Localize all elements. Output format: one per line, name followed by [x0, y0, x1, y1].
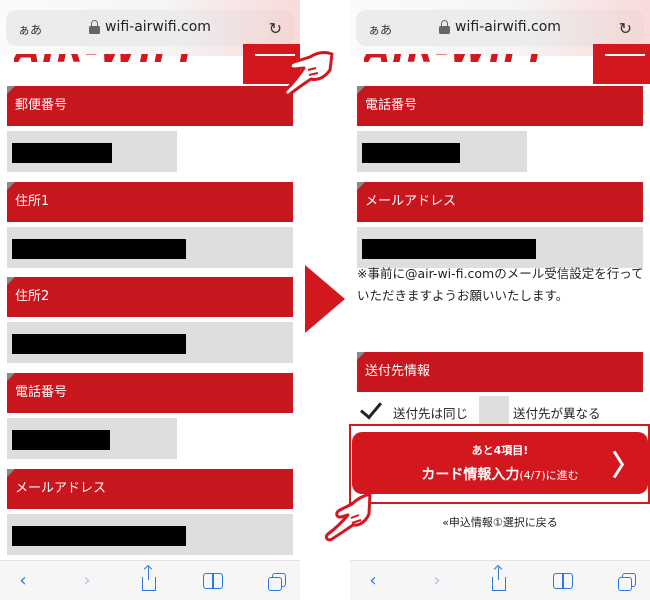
- back-icon[interactable]: ‹: [358, 569, 388, 593]
- browser-toolbar: ‹ ›: [0, 560, 300, 600]
- bookmarks-icon[interactable]: [198, 569, 228, 593]
- lock-icon: [439, 20, 450, 34]
- text-size-button[interactable]: ぁあ: [368, 21, 392, 38]
- different-address-checkbox[interactable]: [479, 396, 509, 424]
- back-to-plan-link[interactable]: «申込情報①選択に戻る: [350, 514, 650, 530]
- redacted-value: [12, 143, 112, 163]
- email-setting-note: ※事前に@air-wi-fi.comのメール受信設定を行っていただきますようお願…: [357, 266, 644, 303]
- redacted-value: [12, 239, 186, 259]
- address-bar[interactable]: ぁあ wifi-airwifi.com ↻: [356, 10, 644, 46]
- forward-icon[interactable]: ›: [422, 569, 452, 593]
- browser-toolbar: ‹ ›: [350, 560, 650, 600]
- share-icon[interactable]: [134, 567, 164, 593]
- field-label-email: メールアドレス: [357, 182, 643, 222]
- checkmark-icon: [359, 396, 383, 420]
- phone-input[interactable]: [7, 418, 177, 459]
- lock-icon: [89, 20, 100, 34]
- next-step-arrow-icon: [305, 265, 345, 333]
- address1-input[interactable]: [7, 227, 293, 268]
- field-label-phone: 電話番号: [7, 373, 293, 413]
- tabs-icon[interactable]: [612, 569, 642, 593]
- pointing-hand-icon: [324, 492, 372, 542]
- reload-icon[interactable]: ↻: [269, 19, 282, 38]
- phone-screen-left: ぁあ wifi-airwifi.com ↻ AIR-WIFI 郵便番号 住所1 …: [0, 0, 300, 600]
- cta-title: カード情報入力: [421, 467, 520, 483]
- share-icon[interactable]: [484, 567, 514, 593]
- field-label-address1: 住所1: [7, 182, 293, 222]
- field-label-phone: 電話番号: [357, 86, 643, 126]
- tabs-icon[interactable]: [262, 569, 292, 593]
- card-info-next-button[interactable]: あと4項目! カード情報入力(4/7)に進む 〉: [352, 432, 648, 494]
- text-size-button[interactable]: ぁあ: [18, 21, 42, 38]
- address-bar[interactable]: ぁあ wifi-airwifi.com ↻: [6, 10, 294, 46]
- shipping-options: 送付先は同じ 送付先が異なる: [357, 396, 647, 426]
- back-icon[interactable]: ‹: [8, 569, 38, 593]
- bookmarks-icon[interactable]: [548, 569, 578, 593]
- postal-code-input[interactable]: [7, 131, 177, 172]
- email-input[interactable]: [7, 514, 293, 555]
- pointing-hand-icon: [283, 51, 334, 97]
- redacted-value: [12, 430, 110, 450]
- menu-button[interactable]: [593, 44, 650, 84]
- section-label-shipping: 送付先情報: [357, 352, 643, 392]
- cta-step: (4/7): [519, 469, 546, 482]
- address2-input[interactable]: [7, 322, 293, 363]
- forward-icon[interactable]: ›: [72, 569, 102, 593]
- phone-screen-right: ぁあ wifi-airwifi.com ↻ AIR-WIFI 電話番号 メールア…: [350, 0, 650, 600]
- url-text[interactable]: wifi-airwifi.com: [105, 19, 211, 35]
- redacted-value: [362, 239, 536, 259]
- same-address-label[interactable]: 送付先は同じ: [393, 403, 468, 422]
- field-label-address2: 住所2: [7, 277, 293, 317]
- field-label-email: メールアドレス: [7, 469, 293, 509]
- cta-suffix: に進む: [545, 469, 579, 482]
- different-address-label[interactable]: 送付先が異なる: [513, 403, 601, 422]
- redacted-value: [362, 143, 460, 163]
- reload-icon[interactable]: ↻: [619, 19, 632, 38]
- field-label-postal: 郵便番号: [7, 86, 293, 126]
- phone-input[interactable]: [357, 131, 527, 172]
- redacted-value: [12, 334, 186, 354]
- url-text[interactable]: wifi-airwifi.com: [455, 19, 561, 35]
- chevron-right-icon: 〉: [611, 449, 640, 482]
- remaining-items-text: あと4項目!: [471, 444, 529, 457]
- cta-main-text: カード情報入力(4/7)に進む: [352, 464, 648, 484]
- email-input[interactable]: [357, 227, 643, 268]
- same-address-checkbox[interactable]: [357, 396, 387, 424]
- redacted-value: [12, 526, 186, 546]
